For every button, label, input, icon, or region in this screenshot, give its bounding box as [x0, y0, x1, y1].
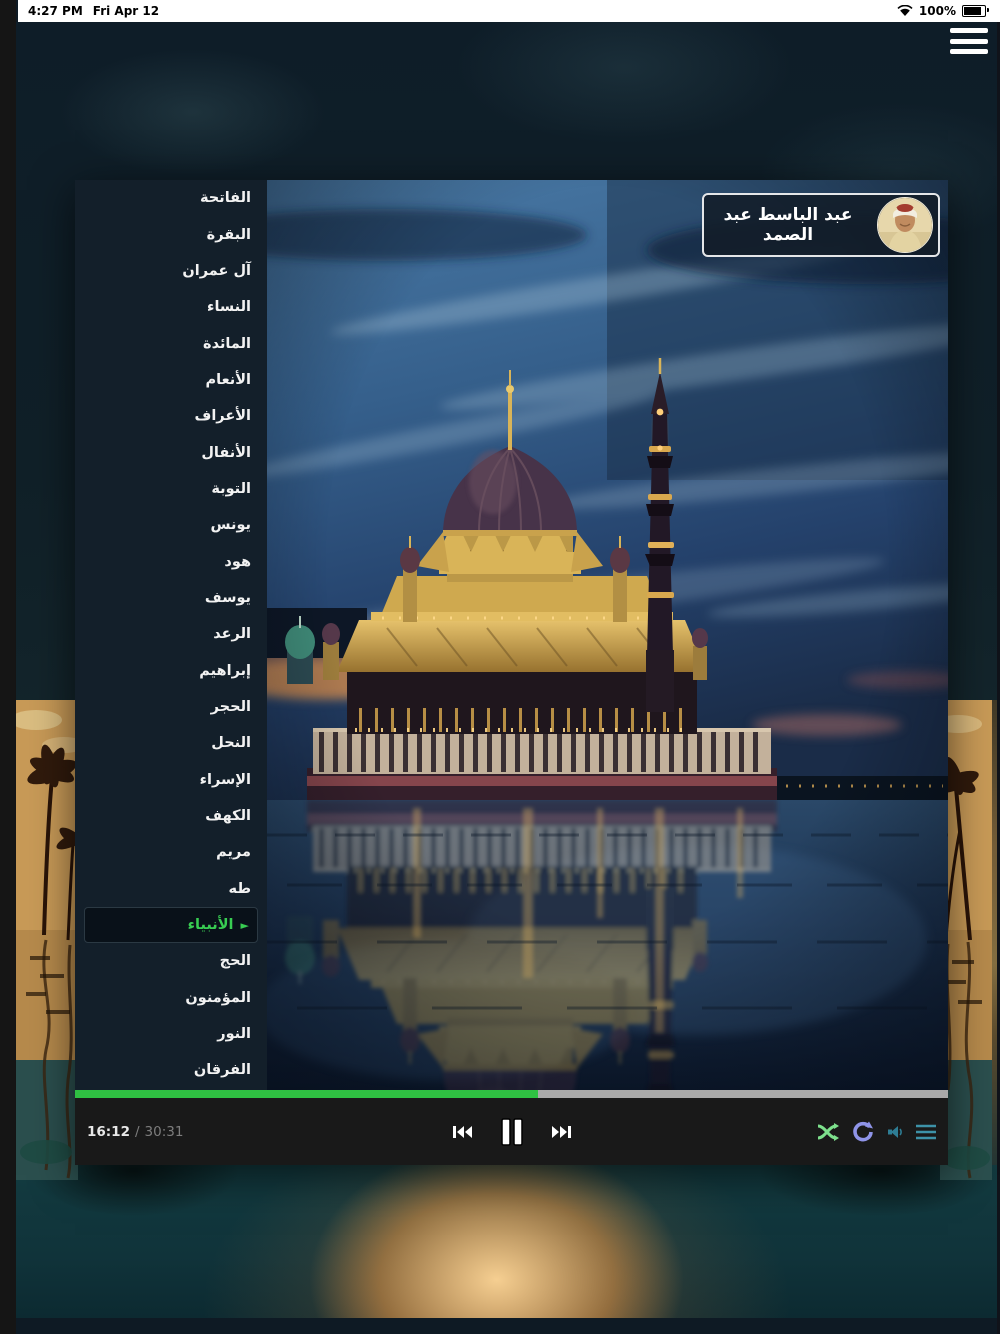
status-time: 4:27 PM — [28, 4, 83, 18]
surah-label: الأنعام — [205, 371, 251, 388]
time-display: 16:12 / 30:31 — [87, 1124, 277, 1140]
surah-item[interactable]: النساء — [75, 289, 267, 325]
surah-label: هود — [224, 553, 251, 570]
surah-label: الأنفال — [201, 444, 251, 461]
wallpaper-sunglow — [16, 1165, 997, 1318]
surah-item[interactable]: النحل — [75, 725, 267, 761]
progress-bar[interactable] — [75, 1090, 948, 1098]
surah-item[interactable]: الفاتحة — [75, 180, 267, 216]
status-bar: 4:27 PM Fri Apr 12 100% — [18, 0, 1000, 22]
surah-label: التوبة — [211, 480, 251, 497]
surah-label: الأنبياء — [187, 917, 234, 934]
time-separator: / — [134, 1123, 140, 1140]
pause-button[interactable] — [500, 1117, 524, 1146]
surah-label: البقرة — [206, 226, 251, 243]
surah-label: آل عمران — [182, 262, 251, 279]
shuffle-button[interactable] — [817, 1122, 839, 1141]
album-art-mosque — [267, 180, 948, 1090]
surah-item[interactable]: التوبة — [75, 471, 267, 507]
surah-label: النساء — [207, 299, 251, 316]
wifi-icon — [897, 5, 913, 16]
surah-label: الحج — [219, 953, 251, 970]
surah-item[interactable]: المائدة — [75, 325, 267, 361]
player-card: الفاتحة البقرة آل عمران النساء المائدة الأنعا… — [75, 180, 948, 1165]
surah-item[interactable]: هود — [75, 543, 267, 579]
battery-percent: 100% — [918, 4, 956, 18]
surah-label: يوسف — [204, 589, 251, 606]
surah-item[interactable]: يوسف — [75, 580, 267, 616]
surah-item[interactable]: البقرة — [75, 216, 267, 252]
elapsed-time: 16:12 — [87, 1123, 130, 1140]
surah-item[interactable]: المؤمنون — [75, 980, 267, 1016]
surah-item[interactable]: الرعد — [75, 616, 267, 652]
surah-item[interactable]: الأنفال — [75, 434, 267, 470]
next-icon — [551, 1125, 571, 1138]
reciter-name: عبد الباسط عبد الصمد — [723, 205, 853, 245]
surah-label: إبراهيم — [199, 662, 251, 679]
surah-item[interactable]: ► الأنبياء — [84, 906, 258, 944]
surah-label: الحجر — [210, 698, 251, 715]
queue-button[interactable] — [916, 1124, 936, 1140]
progress-fill — [75, 1090, 538, 1098]
repeat-button[interactable] — [852, 1121, 874, 1143]
surah-item[interactable]: الحج — [75, 943, 267, 979]
status-date: Fri Apr 12 — [92, 4, 160, 18]
surah-label: الكهف — [205, 808, 251, 825]
hamburger-menu-icon[interactable] — [950, 26, 988, 56]
surah-label: مريم — [216, 844, 251, 861]
volume-button[interactable] — [887, 1124, 903, 1140]
surah-item[interactable]: الكهف — [75, 798, 267, 834]
playback-controls-bar: 16:12 / 30:31 — [75, 1098, 948, 1165]
reciter-avatar — [877, 197, 933, 253]
surah-item[interactable]: إبراهيم — [75, 652, 267, 688]
surah-item[interactable]: آل عمران — [75, 253, 267, 289]
surah-label: يونس — [210, 517, 251, 534]
surah-item[interactable]: الأعراف — [75, 398, 267, 434]
pause-icon — [500, 1117, 523, 1146]
now-playing-icon: ► — [240, 918, 249, 932]
next-button[interactable] — [551, 1125, 571, 1139]
surah-item[interactable]: طه — [75, 871, 267, 907]
queue-icon — [916, 1124, 936, 1139]
screen-frame-left — [0, 0, 16, 1334]
surah-label: النور — [217, 1026, 251, 1043]
surah-label: الفاتحة — [200, 190, 251, 207]
volume-icon — [888, 1125, 902, 1138]
surah-item[interactable]: مريم — [75, 834, 267, 870]
surah-label: طه — [228, 880, 251, 897]
surah-label: الإسراء — [199, 771, 251, 788]
total-time: 30:31 — [144, 1123, 184, 1140]
surah-label: المؤمنون — [185, 989, 251, 1006]
previous-button[interactable] — [452, 1125, 472, 1139]
surah-label: الأعراف — [194, 408, 251, 425]
reciter-card[interactable]: عبد الباسط عبد الصمد — [702, 193, 940, 257]
battery-icon — [962, 5, 989, 17]
shuffle-icon — [817, 1122, 839, 1141]
repeat-icon — [853, 1121, 873, 1141]
surah-item[interactable]: الإسراء — [75, 762, 267, 798]
surah-label: الرعد — [213, 626, 251, 643]
surah-item[interactable]: النور — [75, 1016, 267, 1052]
surah-label: الفرقان — [193, 1062, 251, 1079]
previous-icon — [452, 1125, 472, 1138]
surah-label: المائدة — [203, 335, 251, 352]
app-screen: 4:27 PM Fri Apr 12 100% الفاتحة البقرة آ… — [0, 0, 1000, 1334]
surah-label: النحل — [211, 735, 251, 752]
palm-trees-left-icon — [16, 700, 78, 1180]
surah-item[interactable]: الحجر — [75, 689, 267, 725]
surah-list: الفاتحة البقرة آل عمران النساء المائدة الأنعا… — [75, 180, 267, 1090]
surah-item[interactable]: يونس — [75, 507, 267, 543]
surah-item[interactable]: الأنعام — [75, 362, 267, 398]
surah-item[interactable]: الفرقان — [75, 1052, 267, 1088]
